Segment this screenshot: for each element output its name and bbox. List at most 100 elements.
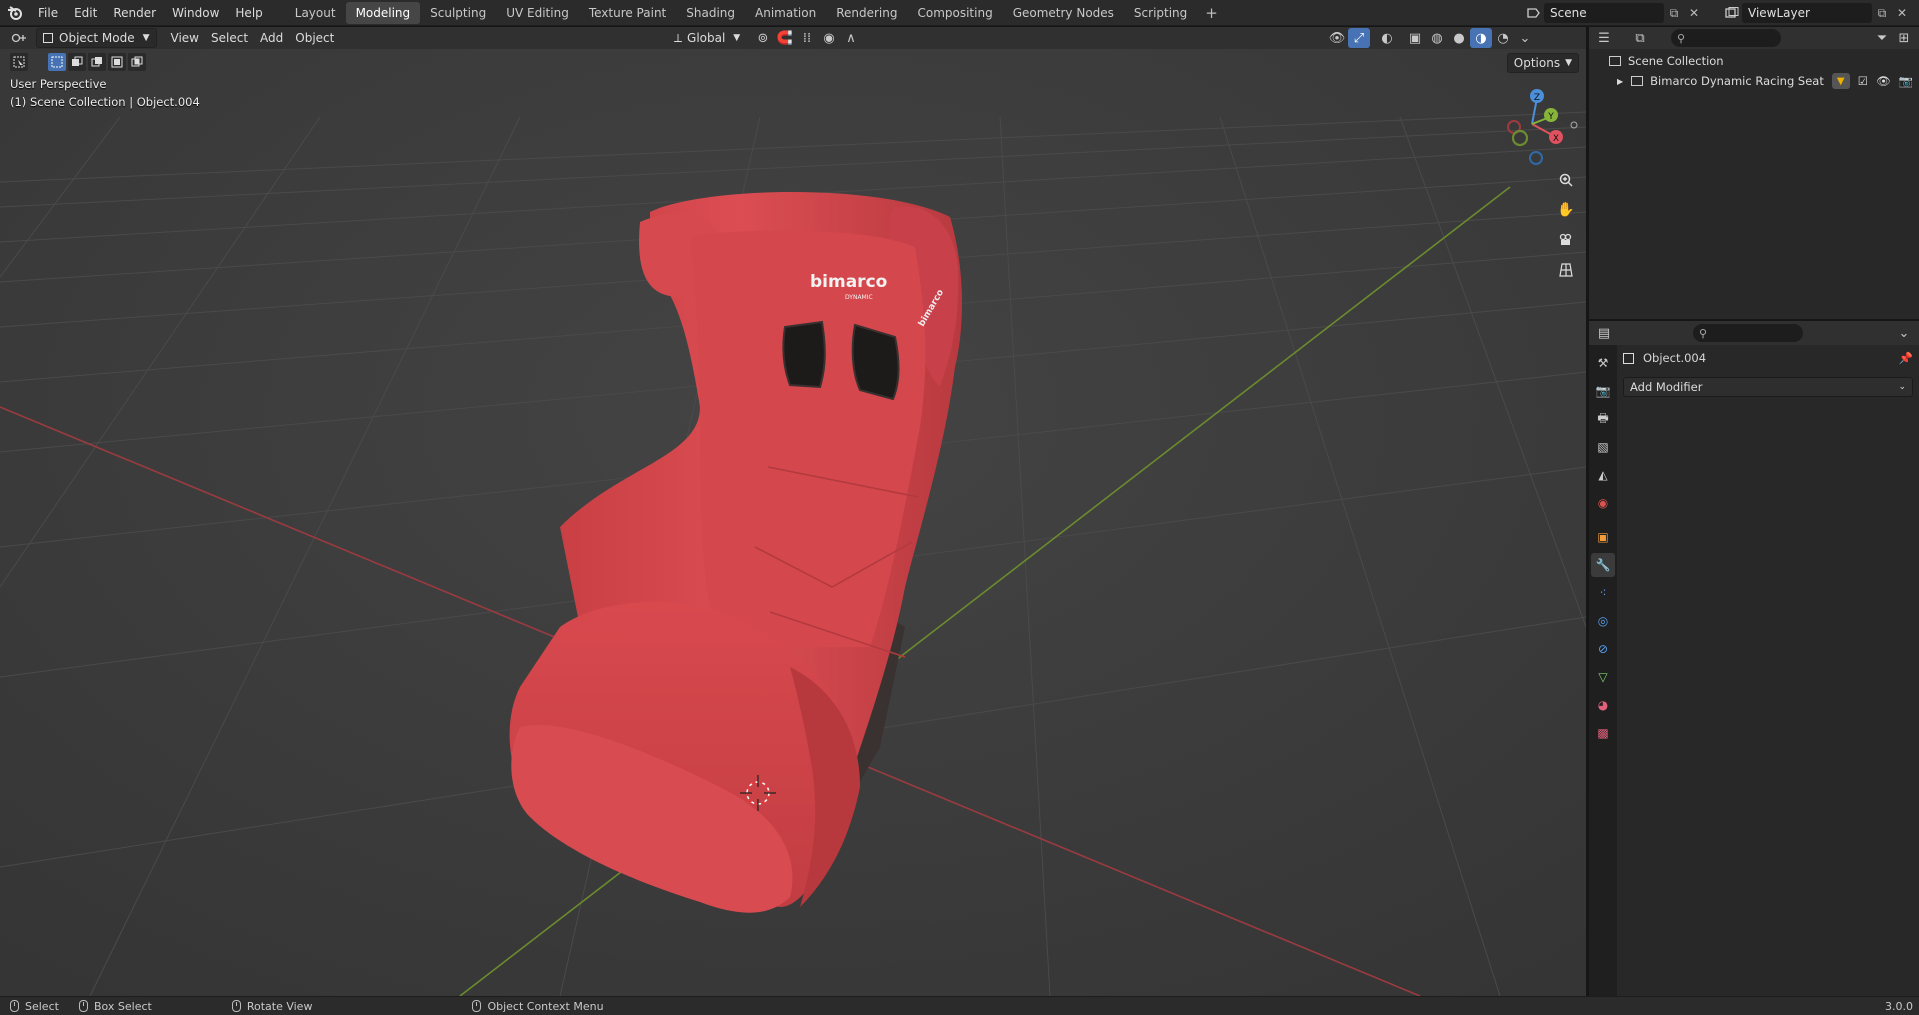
transform-orientation-dropdown[interactable]: ⟂ Global ▼: [668, 28, 746, 48]
select-extend-icon[interactable]: [68, 53, 86, 71]
render-camera-icon[interactable]: 📷: [1899, 74, 1913, 88]
menu-render[interactable]: Render: [105, 0, 164, 26]
camera-view-icon[interactable]: [1554, 228, 1578, 252]
modifier-tab-icon[interactable]: 🔧: [1591, 553, 1615, 577]
collection-icon: [1631, 76, 1644, 86]
outliner-editor-type-icon[interactable]: ☰: [1593, 28, 1615, 48]
properties-search-input[interactable]: ⚲: [1693, 324, 1803, 342]
texture-tab-icon[interactable]: ▩: [1591, 721, 1615, 745]
menu-help[interactable]: Help: [227, 0, 270, 26]
3d-viewport[interactable]: bimarco DYNAMIC bimarco Object Mode ▼ Vi…: [0, 27, 1586, 996]
scene-name-field[interactable]: Scene: [1544, 3, 1664, 23]
outliner-panel: ☰ ⧉ ⚲ ⏷ ⊞ Scene Collection ▶ Bimarco Dyn…: [1589, 27, 1919, 319]
filter-icon[interactable]: ⏷: [1871, 28, 1893, 48]
options-dropdown[interactable]: Options ▼: [1506, 53, 1579, 73]
zoom-icon[interactable]: [1554, 168, 1578, 192]
menu-window[interactable]: Window: [164, 0, 227, 26]
checkbox-icon[interactable]: ☑: [1858, 74, 1868, 88]
blender-logo-icon[interactable]: [0, 0, 30, 26]
select-invert-icon[interactable]: [108, 53, 126, 71]
tool-tab-icon[interactable]: ⚒: [1591, 351, 1615, 375]
particles-tab-icon[interactable]: ⁖: [1591, 581, 1615, 605]
render-tab-icon[interactable]: 📷: [1591, 379, 1615, 403]
mode-dropdown[interactable]: Object Mode ▼: [36, 28, 157, 48]
menu-view[interactable]: View: [165, 28, 205, 48]
tab-rendering[interactable]: Rendering: [826, 2, 907, 24]
scene-tab-icon[interactable]: ◭: [1591, 463, 1615, 487]
pivot-point-icon[interactable]: ⊚: [752, 28, 774, 48]
constraints-tab-icon[interactable]: ⊘: [1591, 637, 1615, 661]
object-tab-icon[interactable]: ▣: [1591, 525, 1615, 549]
menu-edit[interactable]: Edit: [66, 0, 105, 26]
gizmo-toggle-icon[interactable]: ⤢: [1348, 28, 1370, 48]
outliner-header: ☰ ⧉ ⚲ ⏷ ⊞: [1589, 27, 1919, 49]
editor-type-icon[interactable]: [8, 28, 30, 48]
menu-file[interactable]: File: [30, 0, 66, 26]
new-collection-icon[interactable]: ⊞: [1893, 28, 1915, 48]
pin-icon[interactable]: 📌: [1899, 351, 1913, 365]
neg-y-axis-handle[interactable]: [1511, 129, 1529, 147]
outliner-search-input[interactable]: ⚲: [1671, 29, 1781, 47]
outliner-scene-collection-row[interactable]: Scene Collection: [1589, 51, 1919, 71]
material-tab-icon[interactable]: ◕: [1591, 693, 1615, 717]
mouse-middle-icon: [231, 1000, 241, 1012]
select-subtract-icon[interactable]: [88, 53, 106, 71]
tab-uv-editing[interactable]: UV Editing: [496, 2, 579, 24]
select-new-icon[interactable]: [48, 53, 66, 71]
data-tab-icon[interactable]: ▽: [1591, 665, 1615, 689]
proportional-edit-icon[interactable]: ◉: [818, 28, 840, 48]
wireframe-shading-icon[interactable]: ◍: [1426, 28, 1448, 48]
display-mode-icon[interactable]: ⧉: [1629, 28, 1651, 48]
select-box-tool-icon[interactable]: [10, 53, 28, 71]
physics-tab-icon[interactable]: ◎: [1591, 609, 1615, 633]
falloff-icon[interactable]: ∧: [840, 28, 862, 48]
rendered-shading-icon[interactable]: ◔: [1492, 28, 1514, 48]
menu-select[interactable]: Select: [205, 28, 254, 48]
delete-view-layer-icon[interactable]: ✕: [1892, 3, 1912, 23]
eye-icon[interactable]: 👁: [1876, 74, 1891, 88]
world-tab-icon[interactable]: ◉: [1591, 491, 1615, 515]
tab-animation[interactable]: Animation: [745, 2, 826, 24]
visibility-icon[interactable]: 👁: [1326, 28, 1348, 48]
new-view-layer-icon[interactable]: ⧉: [1872, 3, 1892, 23]
pan-hand-icon[interactable]: ✋: [1554, 198, 1578, 222]
shading-options-icon[interactable]: ⌄: [1514, 28, 1536, 48]
select-intersect-icon[interactable]: [128, 53, 146, 71]
output-tab-icon[interactable]: 🖶: [1591, 407, 1615, 431]
add-workspace-button[interactable]: +: [1197, 4, 1226, 22]
tab-modeling[interactable]: Modeling: [345, 1, 421, 24]
tab-shading[interactable]: Shading: [676, 2, 745, 24]
scene-icon[interactable]: [1524, 3, 1544, 23]
xray-toggle-icon[interactable]: ▣: [1404, 28, 1426, 48]
tab-layout[interactable]: Layout: [285, 2, 346, 24]
properties-tab-column: ⚒ 📷 🖶 ▧ ◭ ◉ ▣ 🔧 ⁖ ◎ ⊘ ▽ ◕ ▩: [1589, 345, 1617, 996]
list-item[interactable]: ▶ Bimarco Dynamic Racing Seat ▼ ☑ 👁 📷: [1589, 71, 1919, 91]
tab-geometry-nodes[interactable]: Geometry Nodes: [1003, 2, 1124, 24]
menu-object[interactable]: Object: [289, 28, 340, 48]
perspective-toggle-icon[interactable]: [1554, 258, 1578, 282]
new-scene-icon[interactable]: ⧉: [1664, 3, 1684, 23]
tab-compositing[interactable]: Compositing: [907, 2, 1002, 24]
snap-icon[interactable]: 🧲: [774, 28, 796, 48]
expand-arrow-icon[interactable]: ▶: [1617, 77, 1623, 86]
chevron-down-icon[interactable]: ⌄: [1893, 323, 1915, 343]
tab-sculpting[interactable]: Sculpting: [420, 2, 496, 24]
view-layer-icon[interactable]: [1722, 3, 1742, 23]
overlay-toggle-icon[interactable]: ◐: [1376, 28, 1398, 48]
menu-add[interactable]: Add: [254, 28, 289, 48]
properties-editor-type-icon[interactable]: ▤: [1593, 323, 1615, 343]
chevron-down-icon: ▼: [1565, 58, 1572, 68]
neg-z-axis-handle[interactable]: [1529, 151, 1543, 165]
solid-shading-icon[interactable]: ●: [1448, 28, 1470, 48]
tab-scripting[interactable]: Scripting: [1124, 2, 1197, 24]
view-layer-name-field[interactable]: ViewLayer: [1742, 3, 1872, 23]
snap-target-icon[interactable]: ⁞⁞: [796, 28, 818, 48]
add-modifier-dropdown[interactable]: Add Modifier ⌄: [1623, 377, 1913, 397]
view-layer-tab-icon[interactable]: ▧: [1591, 435, 1615, 459]
modifier-filter-icon[interactable]: ▼: [1831, 73, 1850, 89]
chevron-down-icon: ▼: [733, 33, 741, 43]
material-preview-shading-icon[interactable]: ◑: [1470, 28, 1492, 48]
snapping-tools: ⊚ 🧲 ⁞⁞ ◉ ∧: [752, 28, 862, 48]
tab-texture-paint[interactable]: Texture Paint: [579, 2, 676, 24]
delete-scene-icon[interactable]: ✕: [1684, 3, 1704, 23]
